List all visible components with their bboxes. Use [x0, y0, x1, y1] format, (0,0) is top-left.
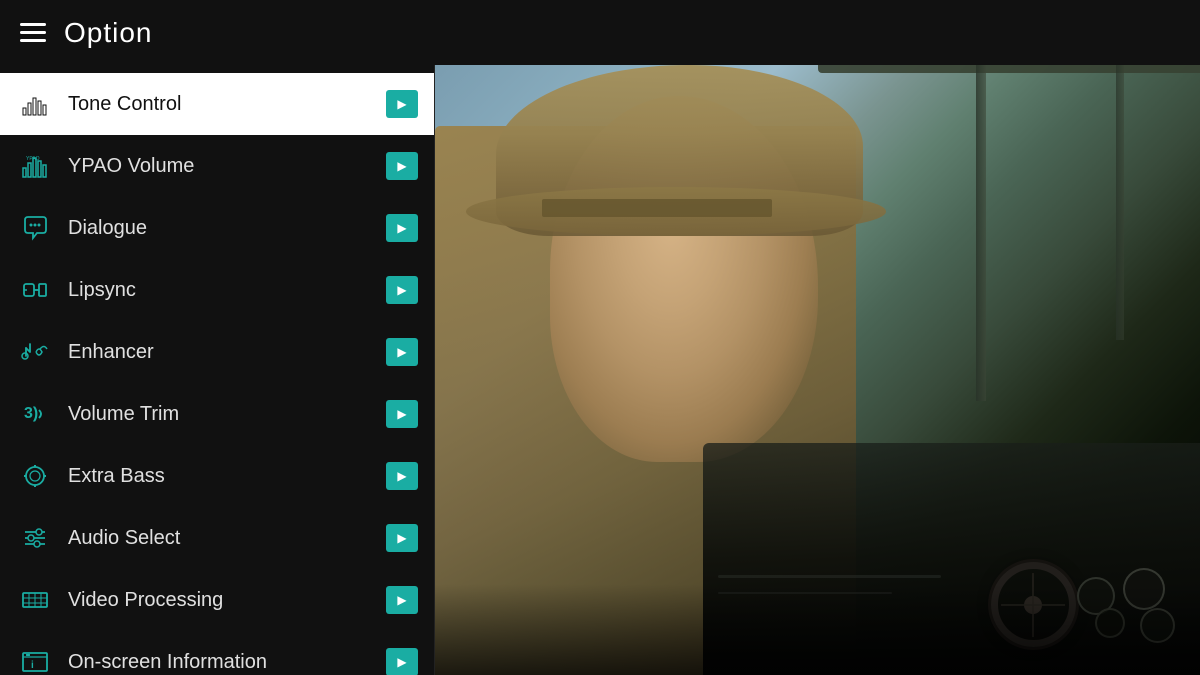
menu-item-ypao-volume[interactable]: YPAO YPAO Volume [0, 135, 434, 197]
onscreen-info-arrow [386, 648, 418, 675]
menu-item-onscreen-info[interactable]: i On-screen Information [0, 631, 434, 675]
onscreen-info-label: On-screen Information [68, 651, 386, 674]
film-background [435, 65, 1200, 675]
dialogue-arrow [386, 214, 418, 242]
enhancer-arrow [386, 338, 418, 366]
video-processing-icon [16, 581, 54, 619]
enhancer-icon [16, 333, 54, 371]
svg-text:3): 3) [24, 405, 38, 422]
tone-control-arrow [386, 90, 418, 118]
video-processing-arrow [386, 586, 418, 614]
cockpit-strut-2 [1116, 65, 1124, 340]
audio-select-label: Audio Select [68, 527, 386, 550]
menu-panel: Tone Control YPAO YPAO Volume [0, 65, 435, 675]
menu-item-dialogue[interactable]: Dialogue [0, 197, 434, 259]
page-title: Option [64, 17, 153, 49]
main-content: Tone Control YPAO YPAO Volume [0, 65, 1200, 675]
svg-text:YPAO: YPAO [26, 156, 40, 162]
menu-item-audio-select[interactable]: Audio Select [0, 507, 434, 569]
lipsync-arrow [386, 276, 418, 304]
ypao-volume-arrow [386, 152, 418, 180]
ypao-volume-label: YPAO Volume [68, 155, 386, 178]
volume-trim-arrow [386, 400, 418, 428]
header: Option [0, 0, 1200, 65]
extra-bass-label: Extra Bass [68, 465, 386, 488]
video-processing-label: Video Processing [68, 589, 386, 612]
audio-select-icon [16, 519, 54, 557]
video-panel [435, 65, 1200, 675]
menu-item-enhancer[interactable]: Enhancer [0, 321, 434, 383]
dialogue-label: Dialogue [68, 217, 386, 240]
extra-bass-icon [16, 457, 54, 495]
hamburger-menu-icon[interactable] [20, 23, 46, 42]
enhancer-label: Enhancer [68, 341, 386, 364]
lipsync-icon [16, 271, 54, 309]
tone-control-icon [16, 85, 54, 123]
cockpit-vertical-strut [976, 65, 986, 401]
svg-text:i: i [31, 660, 34, 671]
menu-item-video-processing[interactable]: Video Processing [0, 569, 434, 631]
video-content [435, 65, 1200, 675]
menu-item-extra-bass[interactable]: Extra Bass [0, 445, 434, 507]
volume-trim-icon: 3) [16, 395, 54, 433]
ypao-volume-icon: YPAO [16, 147, 54, 185]
hat-strap [542, 199, 772, 217]
volume-trim-label: Volume Trim [68, 403, 386, 426]
dialogue-icon [16, 209, 54, 247]
menu-item-volume-trim[interactable]: 3) Volume Trim [0, 383, 434, 445]
lipsync-label: Lipsync [68, 279, 386, 302]
panel-line-1 [718, 575, 942, 578]
cockpit-top-bar [818, 65, 1200, 73]
menu-item-tone-control[interactable]: Tone Control [0, 73, 434, 135]
bottom-shadow [435, 584, 1200, 675]
tone-control-label: Tone Control [68, 93, 386, 116]
audio-select-arrow [386, 524, 418, 552]
onscreen-info-icon: i [16, 643, 54, 675]
extra-bass-arrow [386, 462, 418, 490]
menu-item-lipsync[interactable]: Lipsync [0, 259, 434, 321]
